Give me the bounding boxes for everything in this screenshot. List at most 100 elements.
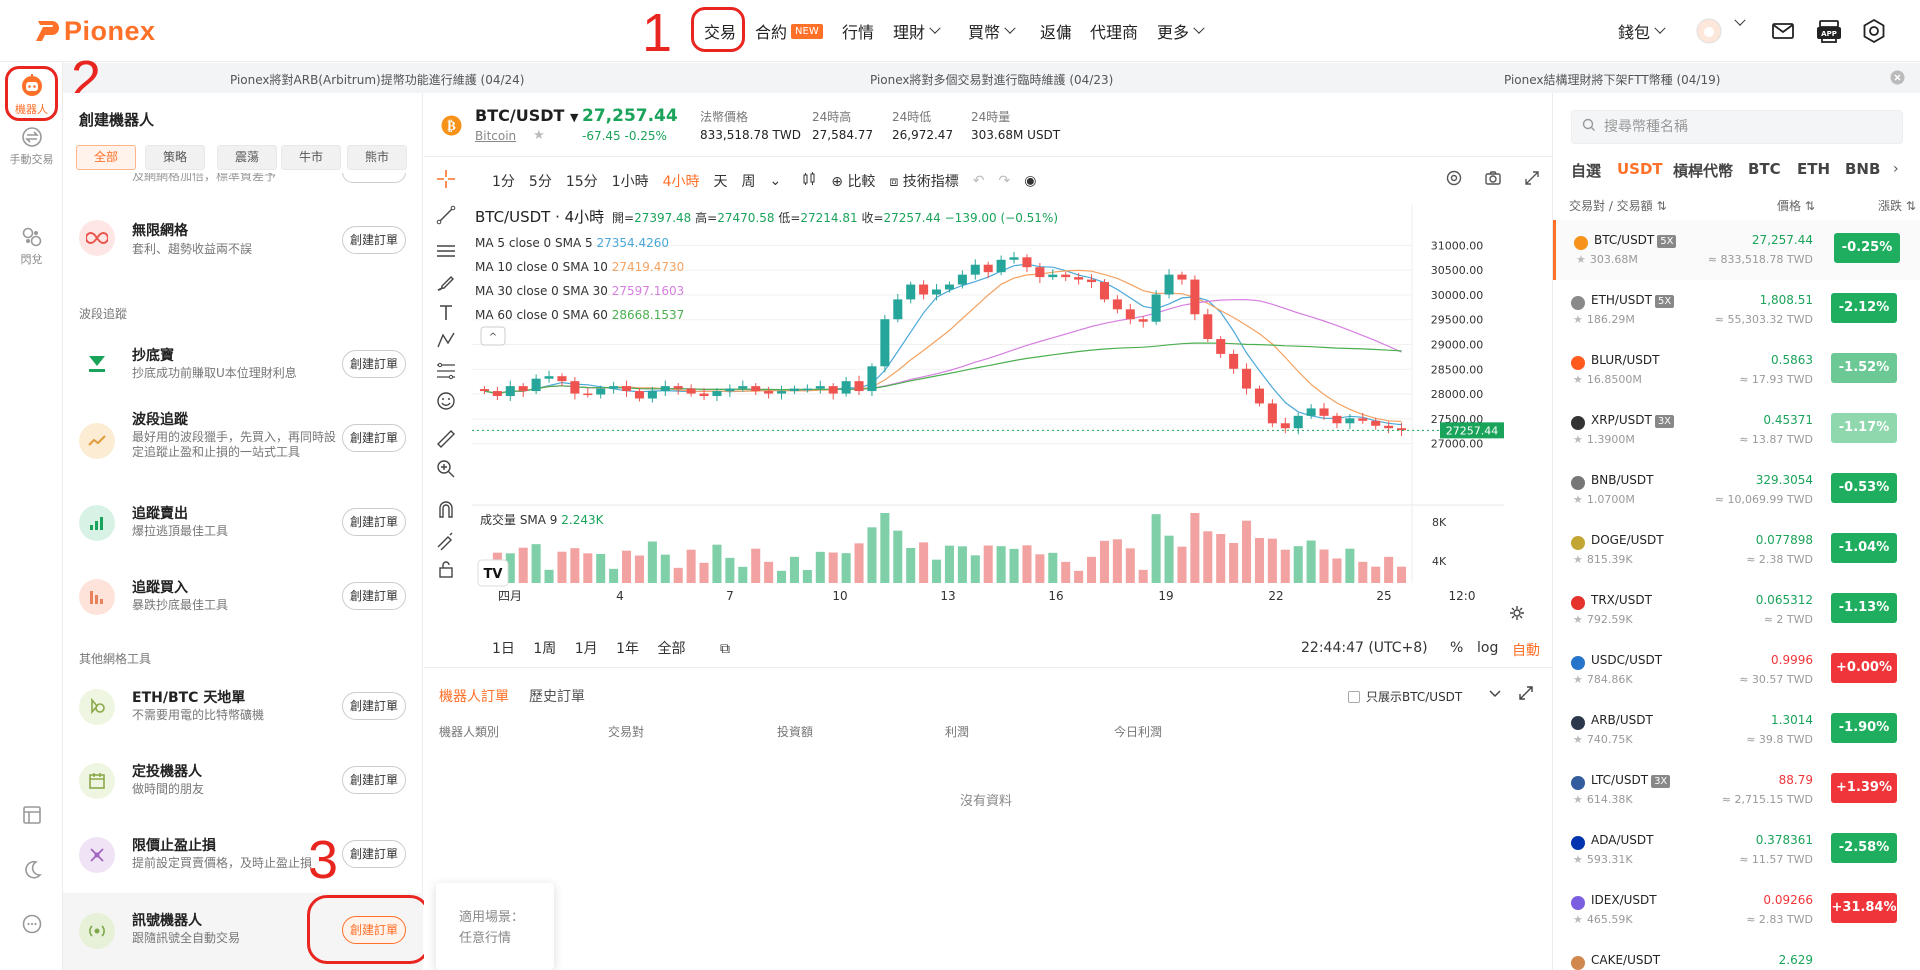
eye-icon[interactable]: ◉ [1024, 173, 1036, 189]
chevron-down-icon[interactable]: ⌄ [770, 173, 782, 189]
chevron-right-icon[interactable]: › [1893, 161, 1899, 177]
tab-bot-orders[interactable]: 機器人訂單 [439, 686, 509, 706]
market-row[interactable]: USDC/USDT ★ 784.86K 0.9996 ≈ 30.57 TWD +0.00% [1553, 640, 1920, 700]
favorite-star-icon[interactable]: ★ [1573, 373, 1583, 386]
interval-1w[interactable]: 周 [742, 171, 756, 191]
interval-1m[interactable]: 1分 [492, 171, 515, 191]
ruler-icon[interactable] [434, 427, 458, 451]
market-row[interactable]: BLUR/USDT ★ 16.8500M 0.5863 ≈ 17.93 TWD -1.52… [1553, 340, 1920, 400]
favorite-star-icon[interactable]: ★ [1573, 613, 1583, 626]
nav-finance[interactable]: 理財 [893, 19, 941, 43]
compare-button[interactable]: ⊕ 比較 [831, 171, 875, 191]
redo-icon[interactable]: ↷ [999, 173, 1011, 189]
favorite-star-icon[interactable]: ★ [1573, 553, 1583, 566]
market-row[interactable]: CAKE/USDT★2.629 [1553, 940, 1920, 970]
favorite-star-icon[interactable]: ★ [1573, 793, 1583, 806]
nav-agent[interactable]: 代理商 [1090, 19, 1138, 43]
range-all[interactable]: 全部 [658, 641, 686, 657]
avatar[interactable] [1696, 18, 1722, 44]
fib-icon[interactable] [434, 359, 458, 383]
favorite-star-icon[interactable]: ★ [1573, 673, 1583, 686]
only-show-checkbox[interactable]: 只展示BTC/USDT [1348, 688, 1462, 705]
coin-name-link[interactable]: Bitcoin [475, 129, 516, 143]
create-order-button[interactable]: 創建訂單 [342, 508, 406, 536]
favorite-star-icon[interactable]: ★ [1573, 733, 1583, 746]
tab-history-orders[interactable]: 歷史訂單 [529, 686, 585, 706]
favorite-star-icon[interactable]: ★ [1576, 253, 1586, 266]
announcement-link[interactable]: Pionex將對ARB(Arbitrum)提幣功能進行維護 (04/24) [230, 71, 524, 88]
favorite-star-icon[interactable]: ★ [1573, 493, 1583, 506]
trendline-icon[interactable] [434, 203, 458, 227]
candlestick-chart[interactable]: 31000.00 30500.00 30000.00 29500.00 29000.00… [472, 205, 1504, 633]
indicators-button[interactable]: ⧈ 技術指標 [889, 171, 958, 191]
interval-1d[interactable]: 天 [714, 171, 728, 191]
tab-usdt[interactable]: USDT [1617, 160, 1663, 178]
create-order-button[interactable]: 創建訂單 [342, 692, 406, 720]
market-row[interactable]: DOGE/USDT ★ 815.39K 0.077898 ≈ 2.38 TWD -1.04… [1553, 520, 1920, 580]
interval-4h[interactable]: 4小時 [663, 171, 700, 191]
settings-icon[interactable] [1861, 18, 1887, 44]
market-row[interactable]: ADA/USDT ★ 593.31K 0.378361 ≈ 11.57 TWD -2.58… [1553, 820, 1920, 880]
range-1w[interactable]: 1周 [533, 641, 556, 657]
tab-favorites[interactable]: 自選 [1571, 160, 1601, 181]
tab-leveraged[interactable]: 槓桿代幣 [1673, 160, 1733, 181]
date-range-icon[interactable]: ⧉ [720, 641, 730, 657]
symbol-selector[interactable]: BTC/USDT ▼ [475, 106, 578, 125]
sidebar-item-flash[interactable]: 閃兌 [0, 226, 63, 267]
filter-bear[interactable]: 熊市 [347, 145, 407, 170]
sidebar-item-manual[interactable]: 手動交易 [0, 126, 63, 167]
checkbox-box[interactable] [1348, 690, 1360, 703]
coin-search-input[interactable]: 搜尋幣種名稱 [1571, 110, 1903, 144]
create-order-button[interactable]: 創建訂單 [342, 766, 406, 794]
market-row[interactable]: LTC/USDT 3X ★ 614.38K 88.79 ≈ 2,715.15 TWD +1.… [1553, 760, 1920, 820]
bot-item-trailing-buy[interactable]: 追蹤買入 暴跌抄底最佳工具 創建訂單 [63, 567, 423, 637]
range-1y[interactable]: 1年 [616, 641, 639, 657]
tab-eth[interactable]: ETH [1797, 160, 1830, 178]
brush-icon[interactable] [434, 271, 458, 295]
axis-settings-icon[interactable] [1509, 605, 1525, 625]
create-order-button[interactable]: 創建訂單 [342, 226, 406, 254]
emoji-icon[interactable] [434, 389, 458, 413]
close-icon[interactable] [1890, 70, 1905, 88]
app-download-icon[interactable]: APP [1815, 18, 1841, 44]
nav-more[interactable]: 更多 [1157, 19, 1205, 43]
camera-icon[interactable] [1484, 169, 1502, 191]
announcement-link[interactable]: Pionex結構理財將下架FTT幣種 (04/19) [1504, 71, 1720, 88]
favorite-star-icon[interactable]: ★ [533, 128, 545, 143]
sort-price-header[interactable]: 價格 ⇅ [1777, 197, 1815, 214]
create-order-button[interactable]: 創建訂單 [342, 840, 406, 868]
expand-icon[interactable] [1518, 685, 1534, 705]
market-row[interactable]: BTC/USDT 5X ★ 303.68M 27,257.44 ≈ 833,518.78 … [1553, 220, 1920, 280]
log-toggle[interactable]: log [1477, 640, 1498, 656]
percent-toggle[interactable]: % [1450, 640, 1463, 656]
fullscreen-icon[interactable] [1523, 169, 1541, 191]
layout-icon[interactable] [0, 804, 63, 829]
draw-lock-icon[interactable] [434, 527, 458, 551]
bot-item-eth-btc[interactable]: ETH/BTC 天地單 不需要用電的比特幣礦機 創建訂單 [63, 677, 423, 747]
crosshair-icon[interactable] [434, 167, 458, 191]
nav-wallet[interactable]: 錢包 [1618, 19, 1666, 43]
avatar-menu-chevron[interactable] [1730, 14, 1746, 27]
nav-contract[interactable]: 合約 NEW [755, 19, 823, 43]
nav-market[interactable]: 行情 [842, 19, 874, 43]
bot-item-swing-tracker[interactable]: 波段追蹤 最好用的波段獵手，先買入，再同時設定追蹤止盈和止損的一站式工具 創建訂… [63, 409, 423, 479]
filter-oscillation[interactable]: 震蕩 [217, 145, 277, 170]
interval-15m[interactable]: 15分 [566, 171, 598, 191]
text-icon[interactable] [434, 301, 458, 325]
interval-5m[interactable]: 5分 [529, 171, 552, 191]
tab-bnb[interactable]: BNB [1845, 160, 1880, 178]
mail-icon[interactable] [1770, 18, 1796, 44]
interval-1h[interactable]: 1小時 [612, 171, 649, 191]
market-row[interactable]: ARB/USDT ★ 740.75K 1.3014 ≈ 39.8 TWD -1.90% [1553, 700, 1920, 760]
auto-toggle[interactable]: 自動 [1512, 640, 1540, 660]
bot-item-infinity-grid[interactable]: 無限網格 套利、趨勢收益兩不誤 創建訂單 [63, 206, 423, 276]
lock-icon[interactable] [434, 557, 458, 581]
market-row[interactable]: ETH/USDT 5X ★ 186.29M 1,808.51 ≈ 55,303.32 TW… [1553, 280, 1920, 340]
bot-item-dip-buyer[interactable]: 抄底寶 抄底成功前賺取U本位理財利息 創建訂單 [63, 333, 423, 403]
favorite-star-icon[interactable]: ★ [1573, 853, 1583, 866]
favorite-star-icon[interactable]: ★ [1573, 433, 1583, 446]
market-row[interactable]: IDEX/USDT ★ 465.59K 0.09266 ≈ 2.83 TWD +31.84… [1553, 880, 1920, 940]
chevron-down-icon[interactable] [1487, 685, 1503, 705]
create-order-button[interactable]: 創建訂單 [342, 424, 406, 452]
undo-icon[interactable]: ↶ [973, 173, 985, 189]
